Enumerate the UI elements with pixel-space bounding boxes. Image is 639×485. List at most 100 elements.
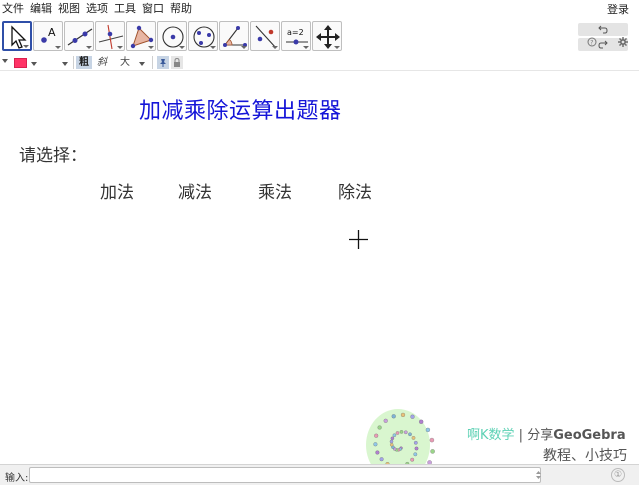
page-title: 加减乘除运算出题器: [139, 99, 342, 124]
bold-button[interactable]: 粗: [76, 56, 92, 69]
menu-edit[interactable]: 编辑: [27, 1, 55, 17]
lock-icon: [174, 57, 180, 67]
crosshair-cursor-icon: [349, 230, 368, 249]
undo-button[interactable]: [578, 23, 628, 36]
toolbar: A a=2 ?: [0, 20, 639, 54]
line-style-dropdown-icon[interactable]: [62, 62, 68, 66]
italic-button[interactable]: 斜: [94, 56, 110, 69]
addition-option[interactable]: 加法: [100, 178, 134, 203]
polygon-tool-button[interactable]: [126, 21, 156, 51]
tool-menu-arrow-icon: [334, 46, 340, 49]
prompt-label: 请选择：: [19, 146, 87, 166]
tool-menu-arrow-icon: [148, 46, 154, 49]
spiral-dot: [408, 432, 412, 437]
spiral-dot: [373, 442, 378, 447]
tool-menu-arrow-icon: [272, 46, 278, 49]
stylebar-toggle-icon[interactable]: [2, 59, 8, 63]
spiral-dot: [414, 446, 419, 451]
divider: [152, 56, 153, 69]
spiral-dot: [395, 431, 400, 435]
tool-menu-arrow-icon: [210, 46, 216, 49]
pin-icon: [160, 59, 166, 67]
spiral-dot: [400, 412, 406, 418]
spiral-dot: [392, 433, 397, 437]
spiral-dot: [374, 433, 379, 438]
color-swatch[interactable]: [14, 58, 27, 68]
spiral-dot: [410, 457, 415, 462]
help-icon[interactable]: ?: [586, 36, 600, 50]
lock-button[interactable]: [171, 56, 183, 69]
menu-file[interactable]: 文件: [0, 1, 27, 17]
watermark-line2: 教程、小技巧: [543, 448, 627, 464]
input-field[interactable]: [29, 467, 541, 483]
spiral-dot: [399, 430, 404, 434]
tool-menu-arrow-icon: [117, 46, 123, 49]
tool-menu-arrow-icon: [179, 46, 185, 49]
spiral-dot: [379, 457, 384, 462]
move-tool-button[interactable]: [2, 21, 32, 51]
reflect-tool-button[interactable]: [250, 21, 280, 51]
angle-tool-button[interactable]: [219, 21, 249, 51]
menu-help[interactable]: 帮助: [167, 1, 195, 17]
graphics-view[interactable]: 加减乘除运算出题器 请选择： 加法 减法 乘法 除法 啊K数学 | 分享GeoG…: [0, 72, 639, 464]
spiral-dot: [410, 414, 415, 419]
spiral-dot: [377, 425, 382, 430]
spiral-dot: [389, 442, 394, 447]
move-graphics-view-tool-button[interactable]: [312, 21, 342, 51]
login-link[interactable]: 登录: [607, 1, 629, 17]
subtraction-option[interactable]: 减法: [178, 178, 212, 203]
gear-icon[interactable]: [617, 36, 631, 50]
watermark-geogebra: GeoGebra: [553, 428, 626, 443]
tool-menu-arrow-icon: [23, 45, 29, 48]
color-dropdown-icon[interactable]: [31, 62, 37, 66]
undo-icon: [598, 25, 608, 34]
geogebra-spiral-logo-icon: [366, 409, 435, 464]
spiral-dot: [430, 449, 435, 454]
input-label: 输入:: [5, 473, 29, 484]
watermark-share: 分享: [527, 428, 554, 443]
circle-center-point-tool-button[interactable]: [157, 21, 187, 51]
text-size-dropdown-icon[interactable]: [139, 62, 145, 66]
watermark-separator: |: [518, 428, 524, 443]
text-size-button[interactable]: 大: [118, 56, 132, 69]
svg-text:?: ?: [590, 39, 593, 46]
input-help-icon[interactable]: ①: [611, 468, 625, 482]
tool-menu-arrow-icon: [86, 46, 92, 49]
menu-tools[interactable]: 工具: [111, 1, 139, 17]
menu-options[interactable]: 选项: [83, 1, 111, 17]
spiral-dot: [413, 440, 418, 445]
circle-three-points-tool-button[interactable]: [188, 21, 218, 51]
spiral-dot: [391, 414, 396, 419]
watermark-line1: 啊K数学 | 分享GeoGebra: [467, 424, 626, 443]
multiplication-option[interactable]: 乘法: [258, 178, 292, 203]
menu-window[interactable]: 窗口: [139, 1, 167, 17]
svg-text:a=2: a=2: [287, 28, 304, 37]
spiral-dot: [425, 427, 431, 433]
menu-view[interactable]: 视图: [55, 1, 83, 17]
style-bar: 粗 斜 大: [0, 55, 639, 71]
input-history-icon[interactable]: [536, 471, 541, 479]
pin-button[interactable]: [157, 56, 169, 69]
slider-tool-button[interactable]: a=2: [281, 21, 311, 51]
divider: [73, 56, 74, 69]
spiral-dot: [389, 439, 394, 444]
tool-menu-arrow-icon: [55, 46, 61, 49]
point-tool-button[interactable]: A: [33, 21, 63, 51]
spiral-dot: [411, 436, 416, 440]
svg-text:A: A: [48, 26, 56, 39]
spiral-dot: [390, 436, 395, 441]
spiral-dot: [383, 418, 388, 423]
spiral-dot: [419, 419, 424, 424]
spiral-dot: [375, 450, 380, 455]
input-bar: 输入: ①: [0, 464, 639, 485]
spiral-dot: [403, 430, 408, 435]
watermark-brand: 啊K数学: [467, 428, 515, 443]
spiral-dot: [429, 437, 435, 443]
spiral-dot: [413, 452, 418, 457]
perpendicular-line-tool-button[interactable]: [95, 21, 125, 51]
tool-menu-arrow-icon: [241, 46, 247, 49]
tool-menu-arrow-icon: [303, 46, 309, 49]
division-option[interactable]: 除法: [338, 178, 372, 203]
menu-bar: 文件 编辑 视图 选项 工具 窗口 帮助 登录: [0, 0, 639, 18]
line-tool-button[interactable]: [64, 21, 94, 51]
